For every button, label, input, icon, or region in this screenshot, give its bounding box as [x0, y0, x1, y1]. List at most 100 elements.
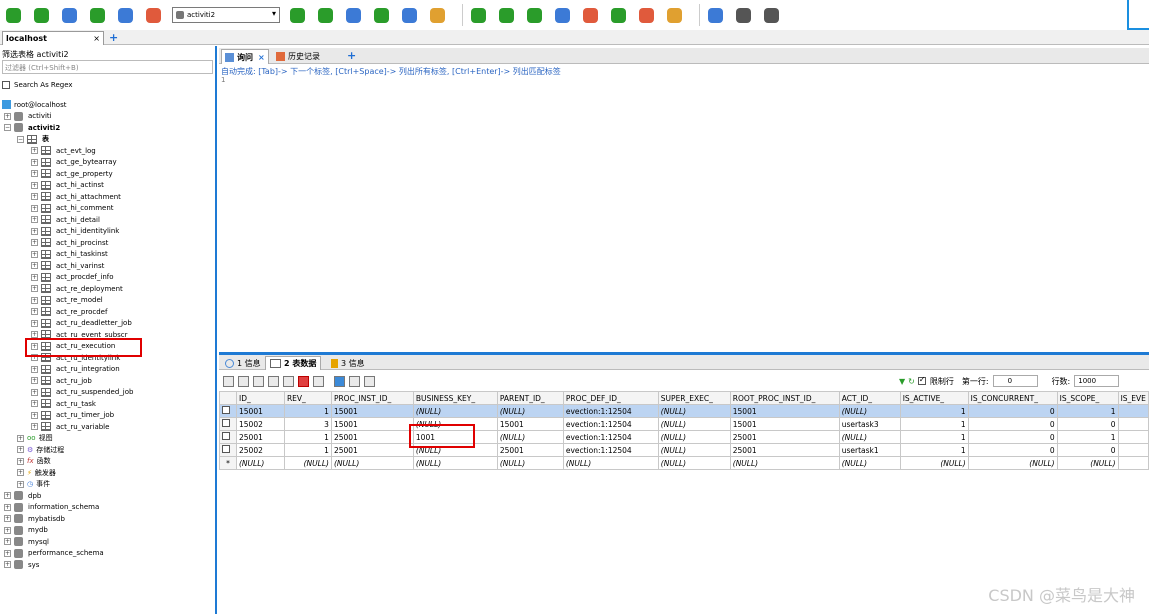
expand-icon[interactable]: +: [31, 319, 38, 327]
expand-icon[interactable]: +: [31, 239, 38, 247]
table-icon[interactable]: [372, 6, 390, 24]
refresh-icon[interactable]: [313, 375, 324, 387]
table-cell[interactable]: (NULL): [283, 456, 332, 470]
restore-icon[interactable]: [609, 6, 627, 24]
grid-icon[interactable]: [400, 6, 418, 24]
table-cell[interactable]: 1: [1056, 404, 1119, 418]
row-checkbox-icon[interactable]: [222, 445, 230, 453]
form-icon[interactable]: [428, 6, 446, 24]
table-cell[interactable]: 1: [1056, 430, 1119, 444]
tree-table-act_hi_actinst[interactable]: + act_hi_actinst: [31, 180, 104, 192]
expand-icon[interactable]: +: [31, 377, 38, 385]
table-cell[interactable]: 25002: [236, 443, 285, 457]
table-cell[interactable]: [1117, 456, 1149, 470]
tree-table-act_ru_timer_job[interactable]: + act_ru_timer_job: [31, 410, 114, 422]
table-cell[interactable]: usertask1: [838, 443, 901, 457]
table-row[interactable]: * (NULL) (NULL) (NULL) (NULL) (NULL) (NULL) (NU…: [219, 456, 1149, 470]
check-icon[interactable]: [469, 6, 487, 24]
table-cell[interactable]: 15001: [496, 417, 564, 431]
table-cell[interactable]: 25001: [496, 443, 564, 457]
tree-table-act_hi_identitylink[interactable]: + act_hi_identitylink: [31, 226, 119, 238]
expand-icon[interactable]: +: [31, 170, 38, 178]
column-header[interactable]: SUPER_EXEC_: [657, 391, 731, 405]
table-cell[interactable]: 25001: [330, 443, 414, 457]
table-cell[interactable]: [1117, 443, 1149, 457]
tree-group-0[interactable]: + oo 视图: [17, 433, 53, 445]
table-cell[interactable]: (NULL): [1056, 456, 1119, 470]
column-header[interactable]: IS_CONCURRENT_: [967, 391, 1058, 405]
column-header[interactable]: ROOT_PROC_INST_ID_: [729, 391, 840, 405]
expand-icon[interactable]: +: [17, 446, 24, 454]
table-cell[interactable]: 0: [1056, 443, 1119, 457]
expand-icon[interactable]: +: [17, 434, 24, 442]
table-cell[interactable]: 3: [283, 417, 332, 431]
row-checkbox-icon[interactable]: [222, 432, 230, 440]
compare-icon[interactable]: [665, 6, 683, 24]
tree-db-activiti[interactable]: + activiti: [4, 111, 52, 123]
new-query-icon[interactable]: [32, 6, 50, 24]
row-checkbox-icon[interactable]: [222, 406, 230, 414]
tree-db-activiti2[interactable]: − activiti2: [4, 122, 60, 134]
tree-table-act_ru_task[interactable]: + act_ru_task: [31, 398, 96, 410]
expand-icon[interactable]: −: [4, 124, 11, 132]
table-cell[interactable]: 0: [967, 430, 1058, 444]
tree-table-act_evt_log[interactable]: + act_evt_log: [31, 145, 96, 157]
expand-icon[interactable]: +: [31, 147, 38, 155]
expand-icon[interactable]: −: [17, 135, 24, 143]
tree-table-act_hi_varinst[interactable]: + act_hi_varinst: [31, 260, 104, 272]
table-cell[interactable]: 1: [283, 443, 332, 457]
refresh-icon[interactable]: [497, 6, 515, 24]
tree-table-act_re_model[interactable]: + act_re_model: [31, 295, 103, 307]
tree-db-information_schema[interactable]: + information_schema: [4, 502, 99, 514]
expand-icon[interactable]: +: [17, 469, 24, 477]
tree-table-act_hi_detail[interactable]: + act_hi_detail: [31, 214, 100, 226]
column-header[interactable]: PROC_INST_ID_: [330, 391, 414, 405]
text-view-icon[interactable]: [364, 375, 375, 387]
expand-icon[interactable]: +: [4, 503, 11, 511]
tab-table-data[interactable]: 2 表数据: [265, 356, 322, 370]
tab-info-3[interactable]: 3 信息: [327, 356, 369, 370]
copy-row-icon[interactable]: [253, 375, 264, 387]
expand-icon[interactable]: +: [31, 388, 38, 396]
row-selector[interactable]: [219, 404, 237, 418]
table-cell[interactable]: 1: [283, 404, 332, 418]
table-cell[interactable]: 0: [967, 443, 1058, 457]
db-export-icon[interactable]: [762, 6, 780, 24]
user-icon[interactable]: [144, 6, 162, 24]
table-cell[interactable]: (NULL): [330, 456, 414, 470]
tree-db-mysql[interactable]: + mysql: [4, 536, 49, 548]
tab-info-1[interactable]: 1 信息: [221, 356, 265, 370]
duplicate-icon[interactable]: [268, 375, 279, 387]
close-icon[interactable]: ×: [93, 34, 100, 43]
column-header[interactable]: ACT_ID_: [838, 391, 901, 405]
table-cell[interactable]: usertask3: [838, 417, 901, 431]
tree-db-dpb[interactable]: + dpb: [4, 490, 41, 502]
expand-icon[interactable]: +: [31, 285, 38, 293]
expand-icon[interactable]: +: [31, 273, 38, 281]
table-cell[interactable]: (NULL): [838, 456, 901, 470]
table-cell[interactable]: 15001: [330, 417, 414, 431]
database-add-icon[interactable]: [288, 6, 306, 24]
tree-group-2[interactable]: + fx 函数: [17, 456, 51, 468]
database-select[interactable]: activiti2 ▾: [172, 7, 280, 23]
tree-table-act_hi_procinst[interactable]: + act_hi_procinst: [31, 237, 108, 249]
table-cell[interactable]: 1: [899, 404, 969, 418]
row-selector[interactable]: [219, 443, 237, 457]
tree-tables-group[interactable]: − 表: [17, 134, 49, 146]
reload-icon[interactable]: ↻: [908, 377, 915, 386]
expand-icon[interactable]: +: [4, 515, 11, 523]
column-header[interactable]: PROC_DEF_ID_: [562, 391, 659, 405]
connect-icon[interactable]: [4, 6, 22, 24]
table-cell[interactable]: 25001: [729, 430, 840, 444]
tab-query[interactable]: 询问 ×: [221, 49, 269, 64]
expand-icon[interactable]: +: [31, 262, 38, 270]
tree-db-sys[interactable]: + sys: [4, 559, 39, 571]
table-cell[interactable]: 1: [899, 430, 969, 444]
expand-icon[interactable]: +: [4, 526, 11, 534]
tree-table-act_ru_variable[interactable]: + act_ru_variable: [31, 421, 109, 433]
table-cell[interactable]: evection:1:12504: [562, 417, 659, 431]
table-cell[interactable]: (NULL): [838, 430, 901, 444]
expand-icon[interactable]: +: [31, 296, 38, 304]
table-cell[interactable]: 15002: [236, 417, 285, 431]
expand-icon[interactable]: +: [31, 250, 38, 258]
